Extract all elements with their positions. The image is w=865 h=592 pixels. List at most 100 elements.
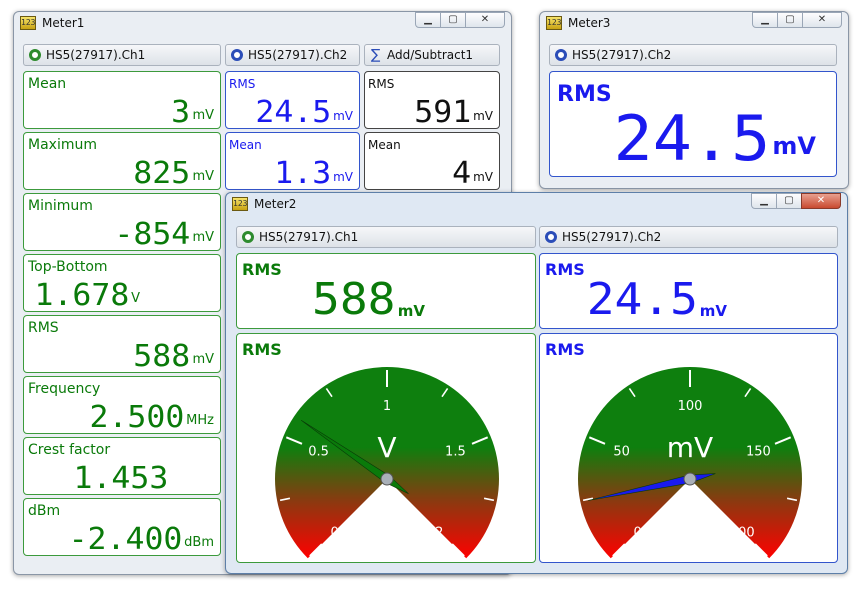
close-button[interactable]: ✕ xyxy=(465,12,505,28)
gauge-tick-label: 1 xyxy=(383,399,391,414)
panel-label: Top-Bottom xyxy=(28,259,108,275)
meter1-titlebar[interactable]: 123 Meter1 ▁ ▢ ✕ xyxy=(14,12,511,34)
panel-unit: MHz xyxy=(186,413,214,428)
app-icon: 123 xyxy=(546,16,562,30)
meter-panel-digital-ch2: RMS 24.5 mV xyxy=(539,253,838,329)
panel-value: 3 xyxy=(171,95,191,129)
panel-unit: mV xyxy=(772,132,816,160)
meter-panel-math-rms: RMS 591 mV xyxy=(364,71,500,129)
gauge-tick-label: 1.5 xyxy=(445,445,466,460)
meter2-window: 123 Meter2 ▁ ▢ ✕ HS5(27917).Ch1 HS5(2791… xyxy=(225,192,848,574)
panel-value: 1.678 xyxy=(34,278,130,312)
panel-value: 1.453 xyxy=(73,461,168,495)
gauge-tick-label: 0 xyxy=(331,525,339,540)
channel-tab-ch2[interactable]: HS5(27917).Ch2 xyxy=(539,226,838,248)
channel-tab-ch1[interactable]: HS5(27917).Ch1 xyxy=(236,226,536,248)
panel-unit: mV xyxy=(192,230,214,245)
gauge-unit: mV xyxy=(667,431,713,464)
panel-value: 24.5 xyxy=(613,102,771,175)
panel-label: Mean xyxy=(368,138,401,152)
meter-panel-ch2-mean: Mean 1.3 mV xyxy=(225,132,360,190)
maximize-button[interactable]: ▢ xyxy=(440,12,466,28)
panel-value: 588 xyxy=(312,274,396,325)
panel-label: RMS xyxy=(242,260,282,279)
gauge-unit: V xyxy=(377,431,396,464)
panel-unit: mV xyxy=(192,108,214,123)
panel-unit: mV xyxy=(192,352,214,367)
meter-panel-crest-factor: Crest factor 1.453 xyxy=(23,437,221,495)
panel-label: dBm xyxy=(28,503,61,519)
panel-value: 4 xyxy=(452,156,472,190)
meter-panel-ch2-rms: RMS 24.5 mV xyxy=(225,71,360,129)
app-icon: 123 xyxy=(232,197,248,211)
panel-label: RMS xyxy=(229,77,256,91)
channel-tab-ch2[interactable]: HS5(27917).Ch2 xyxy=(225,44,360,66)
panel-value: 24.5 xyxy=(255,95,332,129)
panel-value: -854 xyxy=(114,217,191,251)
gauge-hub xyxy=(380,472,394,486)
close-button[interactable]: ✕ xyxy=(801,193,841,209)
panel-label: RMS xyxy=(28,320,59,336)
panel-label: Minimum xyxy=(28,198,93,214)
minimize-button[interactable]: ▁ xyxy=(751,193,777,209)
blue-channel-icon xyxy=(545,231,557,243)
panel-value: 2.500 xyxy=(89,400,185,434)
gauge-tick-label: 2 xyxy=(435,525,443,540)
minimize-button[interactable]: ▁ xyxy=(752,12,778,28)
meter-panel-dbm: dBm -2.400 dBm xyxy=(23,498,221,556)
maximize-button[interactable]: ▢ xyxy=(776,193,802,209)
panel-value: 591 xyxy=(414,95,472,129)
meter-panel-minimum: Minimum -854 mV xyxy=(23,193,221,251)
panel-unit: V xyxy=(131,291,140,306)
panel-value: 588 xyxy=(133,339,191,373)
maximize-button[interactable]: ▢ xyxy=(777,12,803,28)
app-icon: 123 xyxy=(20,16,36,30)
window-title: Meter2 xyxy=(254,197,297,211)
gauge-panel-ch1: RMS 0 0.5 1 1.5 2 V xyxy=(236,333,536,563)
panel-unit: mV xyxy=(473,109,493,123)
meter-panel-math-mean: Mean 4 mV xyxy=(364,132,500,190)
window-title: Meter3 xyxy=(568,16,611,30)
panel-value: -2.400 xyxy=(68,522,183,556)
panel-value: 825 xyxy=(133,156,191,190)
analog-gauge: 0 0.5 1 1.5 2 V xyxy=(275,367,499,559)
panel-value: 1.3 xyxy=(274,156,332,190)
gauge-tick-label: 0.5 xyxy=(308,445,329,460)
close-button[interactable]: ✕ xyxy=(802,12,842,28)
panel-label: Mean xyxy=(229,138,262,152)
blue-channel-icon xyxy=(231,49,243,61)
meter-panel-rms: RMS 588 mV xyxy=(23,315,221,373)
gauge-tick-label: 100 xyxy=(678,399,703,414)
channel-tab-add-subtract[interactable]: ∑ Add/Subtract1 xyxy=(364,44,500,66)
green-channel-icon xyxy=(29,49,41,61)
meter-panel-digital-ch1: RMS 588 mV xyxy=(236,253,536,329)
meter-panel-large-rms: RMS 24.5 mV xyxy=(549,71,837,177)
channel-tab-ch2[interactable]: HS5(27917).Ch2 xyxy=(549,44,837,66)
sigma-icon: ∑ xyxy=(371,47,381,63)
panel-unit: mV xyxy=(333,109,353,123)
panel-label: Mean xyxy=(28,76,67,92)
panel-unit: mV xyxy=(473,170,493,184)
meter-panel-mean: Mean 3 mV xyxy=(23,71,221,129)
panel-unit: mV xyxy=(699,302,727,320)
panel-label: RMS xyxy=(545,260,585,279)
gauge-tick-label: 150 xyxy=(746,445,771,460)
panel-unit: mV xyxy=(333,170,353,184)
analog-gauge: 0 50 100 150 200 mV xyxy=(578,367,802,559)
minimize-button[interactable]: ▁ xyxy=(415,12,441,28)
blue-channel-icon xyxy=(555,49,567,61)
panel-value: 24.5 xyxy=(586,274,698,325)
panel-label: Frequency xyxy=(28,381,101,397)
gauge-panel-ch2: RMS 0 50 100 150 200 mV xyxy=(539,333,838,563)
meter3-titlebar[interactable]: 123 Meter3 ▁ ▢ ✕ xyxy=(540,12,848,34)
panel-label: Crest factor xyxy=(28,442,111,458)
panel-label: RMS xyxy=(557,82,612,107)
window-title: Meter1 xyxy=(42,16,85,30)
panel-label: RMS xyxy=(368,77,395,91)
gauge-tick-label: 0 xyxy=(634,525,642,540)
meter-panel-frequency: Frequency 2.500 MHz xyxy=(23,376,221,434)
gauge-hub xyxy=(683,472,697,486)
panel-unit: dBm xyxy=(184,535,214,550)
meter2-titlebar[interactable]: 123 Meter2 ▁ ▢ ✕ xyxy=(226,193,847,215)
channel-tab-ch1[interactable]: HS5(27917).Ch1 xyxy=(23,44,221,66)
